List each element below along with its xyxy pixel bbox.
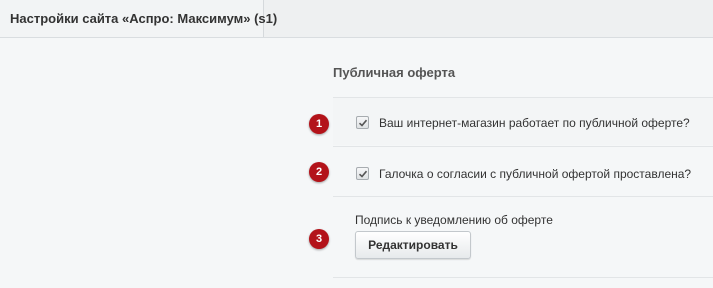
offer-caption-label: Подпись к уведомлению об оферте [355, 213, 553, 227]
section-title: Публичная оферта [333, 65, 456, 80]
top-bar: Настройки сайта «Аспро: Максимум» (s1) [0, 0, 713, 38]
step-badge-2: 2 [309, 162, 329, 182]
edit-button[interactable]: Редактировать [355, 231, 471, 259]
divider [333, 97, 713, 98]
step-badge-1: 1 [309, 114, 329, 134]
public-offer-label: Ваш интернет-магазин работает по публичн… [379, 116, 690, 130]
consent-checkbox[interactable] [356, 167, 369, 180]
checkmark-icon [358, 170, 368, 178]
checkmark-icon [358, 119, 368, 127]
public-offer-checkbox[interactable] [356, 116, 369, 129]
step-badge-3: 3 [309, 229, 329, 249]
divider [333, 196, 713, 197]
divider [333, 277, 713, 278]
tab-site-settings[interactable]: Настройки сайта «Аспро: Максимум» (s1) [0, 0, 277, 37]
divider [333, 146, 713, 147]
consent-label: Галочка о согласии с публичной офертой п… [379, 167, 692, 181]
